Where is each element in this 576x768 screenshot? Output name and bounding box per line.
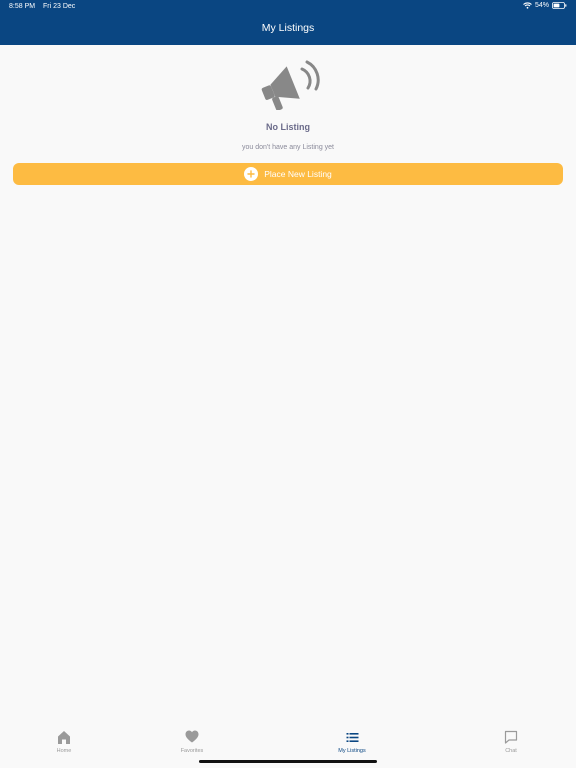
- tab-my-listings-label: My Listings: [338, 748, 366, 754]
- home-icon: [34, 730, 94, 745]
- list-icon: [322, 730, 382, 745]
- home-indicator[interactable]: [199, 760, 377, 763]
- tab-favorites[interactable]: Favorites: [162, 730, 222, 756]
- place-new-listing-label: Place New Listing: [264, 169, 332, 179]
- status-date: Fri 23 Dec: [43, 3, 76, 10]
- tab-home[interactable]: Home: [34, 730, 94, 756]
- tab-home-label: Home: [56, 748, 72, 754]
- empty-subtitle: you don't have any Listing yet: [241, 144, 334, 151]
- status-indicators: 54%: [523, 2, 567, 9]
- tab-favorites-label: Favorites: [180, 748, 204, 754]
- tab-chat[interactable]: Chat: [481, 730, 541, 756]
- chat-icon: [481, 730, 541, 745]
- battery-percent: 54%: [534, 2, 549, 9]
- megaphone-icon: [256, 56, 320, 111]
- status-time: 8:58 PM: [9, 3, 36, 10]
- status-bar: 8:58 PM Fri 23 Dec 54%: [0, 0, 576, 14]
- tab-my-listings[interactable]: My Listings: [322, 730, 382, 756]
- battery-icon: [552, 2, 567, 9]
- place-new-listing-button[interactable]: Place New Listing: [13, 163, 563, 185]
- wifi-icon: [523, 2, 532, 9]
- heart-icon: [162, 730, 222, 745]
- plus-icon: [244, 167, 259, 181]
- tab-chat-label: Chat: [505, 748, 517, 754]
- page-title: My Listings: [261, 22, 315, 34]
- app-header: 8:58 PM Fri 23 Dec 54% My Listings: [0, 0, 576, 45]
- empty-title: No Listing: [266, 122, 310, 132]
